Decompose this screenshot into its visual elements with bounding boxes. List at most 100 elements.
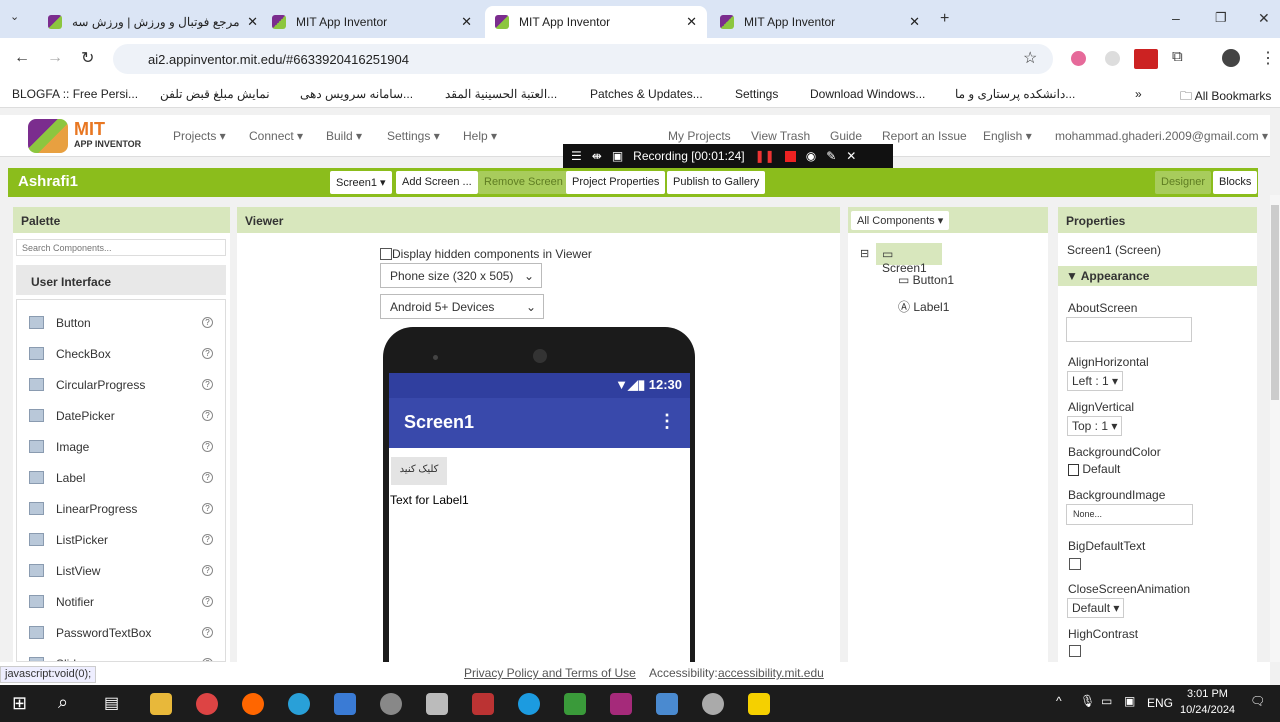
tree-node-label1[interactable]: Ⓐ Label1 <box>898 298 949 315</box>
palette-item-datepicker[interactable]: DatePicker? <box>17 400 225 431</box>
menu-projects[interactable]: Projects ▾ <box>173 129 226 143</box>
close-tab-icon[interactable]: ✕ <box>686 14 697 30</box>
account-menu[interactable]: mohammad.ghaderi.2009@gmail.com ▾ <box>1055 129 1268 143</box>
menu-settings[interactable]: Settings ▾ <box>387 129 440 143</box>
help-icon[interactable]: ? <box>202 379 213 390</box>
component-search-input[interactable] <box>16 239 226 256</box>
menu-help[interactable]: Help ▾ <box>463 129 497 143</box>
bookmark-item[interactable]: نمایش مبلغ قبض تلفن <box>160 87 270 101</box>
palette-item-linearprogress[interactable]: LinearProgress? <box>17 493 225 524</box>
bookmark-item[interactable]: BLOGFA :: Free Persi... <box>12 87 138 101</box>
palette-item-image[interactable]: Image? <box>17 431 225 462</box>
language-indicator[interactable]: ENG <box>1147 696 1173 710</box>
close-tab-icon[interactable]: ✕ <box>247 14 258 30</box>
collapse-tree-icon[interactable]: ⊟ <box>860 247 869 260</box>
background-color-picker[interactable]: Default <box>1068 462 1120 476</box>
profile-avatar[interactable] <box>1222 49 1240 67</box>
restore-icon[interactable]: ❐ <box>1215 10 1227 26</box>
palette-item-passwordtextbox[interactable]: PasswordTextBox? <box>17 617 225 648</box>
all-bookmarks[interactable]: 🗀 All Bookmarks <box>1180 87 1271 108</box>
button1-preview[interactable]: کلیک کنید <box>391 457 447 485</box>
help-icon[interactable]: ? <box>202 410 213 421</box>
help-icon[interactable]: ? <box>202 596 213 607</box>
tray-chevron-icon[interactable]: ^ <box>1056 694 1062 708</box>
browser-tab-active[interactable]: MIT App Inventor ✕ <box>485 6 707 38</box>
close-animation-select[interactable]: Default ▾ <box>1067 598 1125 618</box>
privacy-link[interactable]: Privacy Policy and Terms of Use <box>464 666 636 680</box>
tab-search-icon[interactable]: ⌄ <box>10 10 19 23</box>
label1-preview[interactable]: Text for Label1 <box>390 493 469 507</box>
clock-time[interactable]: 3:01 PM <box>1187 688 1228 700</box>
help-icon[interactable]: ? <box>202 317 213 328</box>
report-issue-link[interactable]: Report an Issue <box>882 129 967 143</box>
pause-icon[interactable]: ❚❚ <box>755 149 775 163</box>
chrome-menu-icon[interactable]: ⋮ <box>1260 48 1276 68</box>
search-icon[interactable]: ⌕ <box>58 692 68 713</box>
bookmark-star-icon[interactable]: ☆ <box>1023 48 1037 68</box>
high-contrast-checkbox[interactable] <box>1069 645 1081 657</box>
about-screen-textarea[interactable] <box>1066 317 1192 342</box>
battery-icon[interactable]: ▭ <box>1101 694 1112 708</box>
url-input[interactable]: ai2.appinventor.mit.edu/#663392041625190… <box>113 44 1053 74</box>
app-icon[interactable] <box>656 693 678 715</box>
browser-tab[interactable]: مرجع فوتبال و ورزش | ورزش سه ✕ <box>38 6 268 38</box>
tree-node-screen1[interactable]: ▭ Screen1 <box>876 243 942 275</box>
clock-date[interactable]: 10/24/2024 <box>1180 704 1235 716</box>
settings-icon[interactable] <box>380 693 402 715</box>
app-icon[interactable] <box>702 693 724 715</box>
help-icon[interactable]: ? <box>202 627 213 638</box>
palette-item-circularprogress[interactable]: CircularProgress? <box>17 369 225 400</box>
close-icon[interactable]: ✕ <box>846 149 856 163</box>
minimize-icon[interactable]: – <box>1172 10 1180 26</box>
winrar-icon[interactable] <box>610 693 632 715</box>
appearance-group[interactable]: ▼ Appearance <box>1058 266 1257 286</box>
app-icon[interactable] <box>472 693 494 715</box>
menu-connect[interactable]: Connect ▾ <box>249 129 303 143</box>
palette-item-notifier[interactable]: Notifier? <box>17 586 225 617</box>
bookmark-item[interactable]: دانشکده پرستاری و ما... <box>955 87 1075 101</box>
palette-item-slider[interactable]: Slider? <box>17 648 225 661</box>
menu-icon[interactable]: ☰ <box>571 149 582 163</box>
more-bookmarks-icon[interactable]: » <box>1135 87 1142 101</box>
screen-dropdown[interactable]: Screen1 ▾ <box>330 171 392 194</box>
camera-icon[interactable]: ◉ <box>806 149 816 163</box>
scrollbar-thumb[interactable] <box>1271 205 1279 400</box>
recorder-icon[interactable] <box>748 693 770 715</box>
overflow-menu-icon[interactable]: ⋮ <box>658 411 676 432</box>
microphone-icon[interactable]: 🎙 <box>1080 694 1095 708</box>
checkbox[interactable] <box>380 248 392 260</box>
store-icon[interactable] <box>334 693 356 715</box>
browser-tab[interactable]: MIT App Inventor ✕ <box>262 6 482 38</box>
browser-tab[interactable]: MIT App Inventor ✕ <box>710 6 930 38</box>
palette-item-listview[interactable]: ListView? <box>17 555 225 586</box>
help-icon[interactable]: ? <box>202 503 213 514</box>
tree-node-button1[interactable]: ▭ Button1 <box>898 273 954 287</box>
network-icon[interactable]: ▣ <box>1124 694 1135 708</box>
category-user-interface[interactable]: User Interface <box>16 265 226 295</box>
app-icon[interactable] <box>564 693 586 715</box>
close-tab-icon[interactable]: ✕ <box>909 14 920 30</box>
extension-new-icon[interactable] <box>1134 49 1158 69</box>
menu-build[interactable]: Build ▾ <box>326 129 362 143</box>
collapse-icon[interactable]: ⇼ <box>592 149 602 163</box>
chrome-icon[interactable] <box>196 693 218 715</box>
project-properties-button[interactable]: Project Properties <box>566 171 666 194</box>
help-icon[interactable]: ? <box>202 472 213 483</box>
designer-button[interactable]: Designer <box>1155 171 1212 194</box>
my-projects-link[interactable]: My Projects <box>668 129 731 143</box>
notifications-icon[interactable]: 🗨 <box>1250 694 1265 708</box>
reload-icon[interactable]: ↻ <box>81 48 94 68</box>
task-view-icon[interactable]: ▤ <box>104 693 119 713</box>
phone-size-select[interactable]: Phone size (320 x 505) ⌄ <box>380 263 542 288</box>
close-window-icon[interactable]: ✕ <box>1258 10 1270 27</box>
palette-item-checkbox[interactable]: CheckBox? <box>17 338 225 369</box>
accessibility-link[interactable]: accessibility.mit.edu <box>718 666 824 680</box>
bookmark-item[interactable]: العتبة الحسینیة المقد... <box>445 87 557 101</box>
palette-item-label[interactable]: Label? <box>17 462 225 493</box>
telegram-icon[interactable] <box>288 693 310 715</box>
add-screen-button[interactable]: Add Screen ... <box>396 171 478 194</box>
edge-icon[interactable] <box>518 693 540 715</box>
background-image-picker[interactable]: None... <box>1066 504 1193 525</box>
bookmark-item[interactable]: Patches & Updates... <box>590 87 703 101</box>
file-explorer-icon[interactable] <box>150 693 172 715</box>
